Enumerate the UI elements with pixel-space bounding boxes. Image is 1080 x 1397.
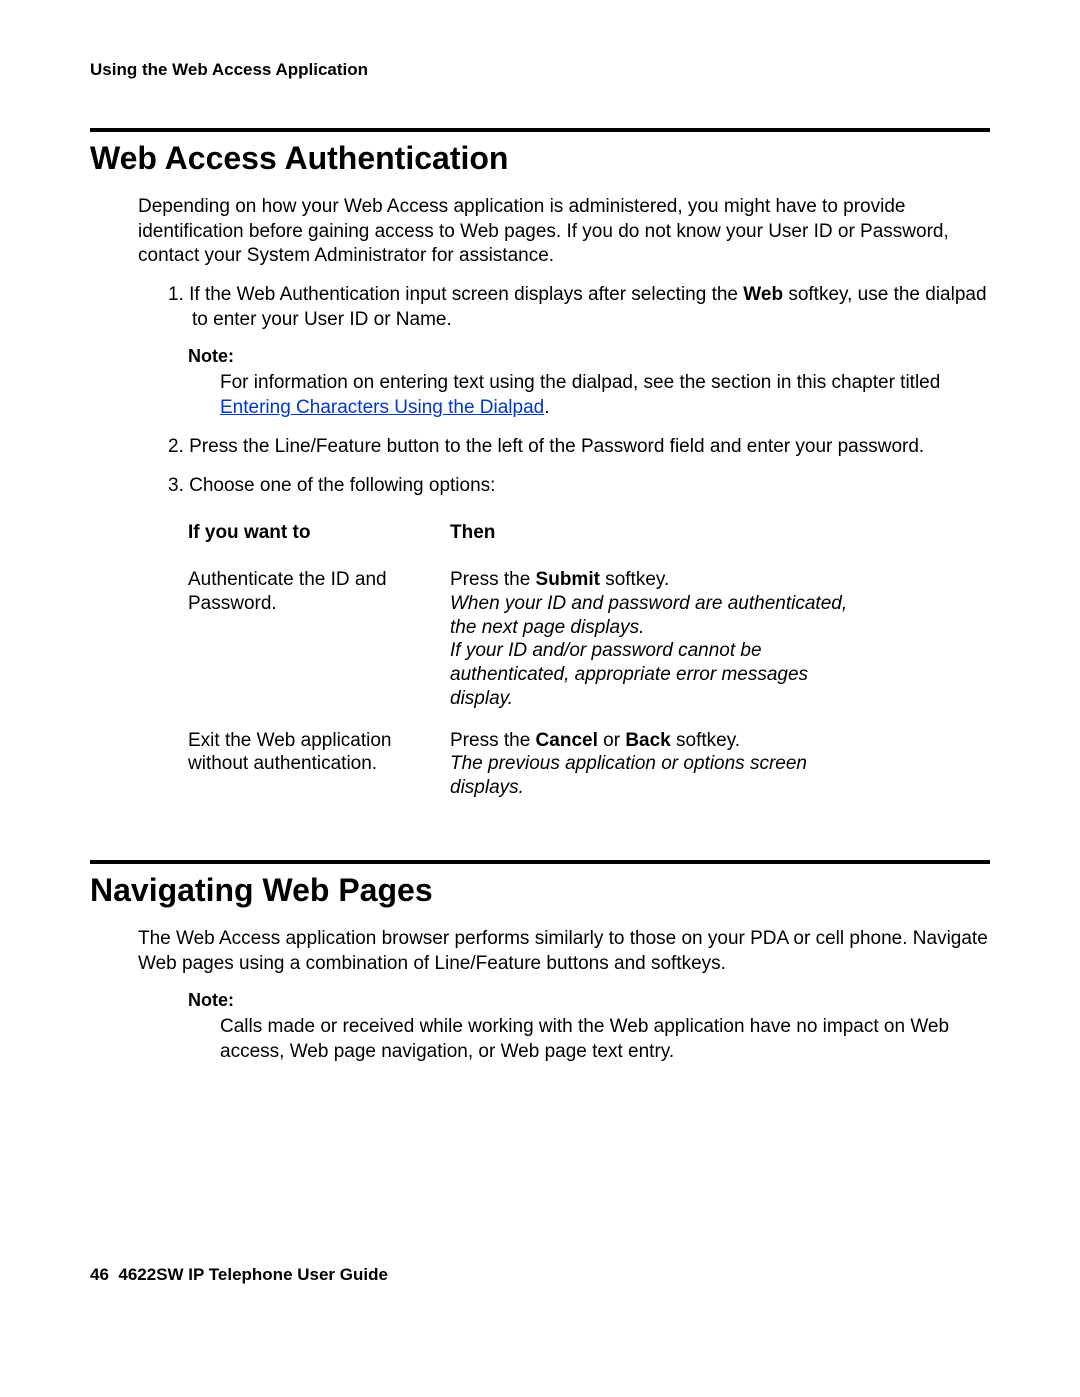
section-title-authentication: Web Access Authentication	[90, 140, 990, 177]
note-label: Note:	[188, 990, 990, 1011]
section-title-navigating: Navigating Web Pages	[90, 872, 990, 909]
table-row1-col2: Press the Submit softkey. When your ID a…	[450, 568, 876, 711]
note-body-2: Calls made or received while working wit…	[220, 1015, 990, 1064]
r2c2-mid: or	[598, 730, 625, 751]
r1c2-italic1: When your ID and password are authentica…	[450, 593, 847, 638]
table-row1-col1: Authenticate the ID and Password.	[188, 568, 450, 711]
note-pre: For information on entering text using t…	[220, 372, 940, 393]
intro-paragraph: Depending on how your Web Access applica…	[138, 195, 990, 269]
options-table: If you want to Then Authenticate the ID …	[188, 522, 990, 800]
step-3: 3. Choose one of the following options:	[168, 474, 990, 499]
r2c2-bold1: Cancel	[536, 730, 598, 751]
note-label: Note:	[188, 346, 990, 367]
table-header-then: Then	[450, 522, 876, 550]
r1c2-post: softkey.	[600, 569, 669, 590]
step-1: 1. If the Web Authentication input scree…	[168, 283, 990, 332]
running-header: Using the Web Access Application	[90, 60, 990, 80]
note-body: For information on entering text using t…	[220, 371, 990, 420]
step1-pre: 1. If the Web Authentication input scree…	[168, 284, 743, 305]
footer-title: 4622SW IP Telephone User Guide	[118, 1265, 388, 1284]
page-number: 46	[90, 1265, 109, 1284]
r2c2-bold2: Back	[625, 730, 670, 751]
note-post: .	[544, 397, 549, 418]
r1c2-pre: Press the	[450, 569, 536, 590]
section2-intro: The Web Access application browser perfo…	[138, 927, 990, 976]
r2c2-italic: The previous application or options scre…	[450, 753, 807, 798]
table-row2-col2: Press the Cancel or Back softkey. The pr…	[450, 729, 876, 800]
step1-bold: Web	[743, 284, 783, 305]
link-entering-characters[interactable]: Entering Characters Using the Dialpad	[220, 397, 544, 418]
table-header-ifyouwant: If you want to	[188, 522, 450, 550]
section-rule	[90, 860, 990, 864]
r2c2-pre: Press the	[450, 730, 536, 751]
r1c2-italic2: If your ID and/or password cannot be aut…	[450, 640, 808, 709]
section-rule	[90, 128, 990, 132]
r2c2-post: softkey.	[671, 730, 740, 751]
table-row2-col1: Exit the Web application without authent…	[188, 729, 450, 800]
r1c2-bold: Submit	[536, 569, 600, 590]
page-footer: 46 4622SW IP Telephone User Guide	[90, 1265, 990, 1285]
step-2: 2. Press the Line/Feature button to the …	[168, 435, 990, 460]
